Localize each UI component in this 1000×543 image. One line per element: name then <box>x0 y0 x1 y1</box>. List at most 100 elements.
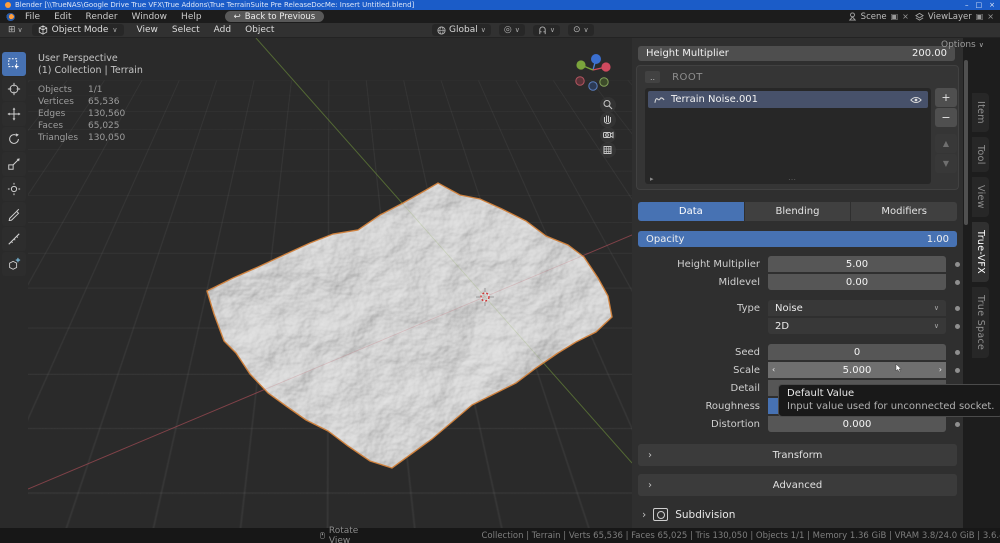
camera-view-button[interactable] <box>600 127 616 143</box>
decorator-dot[interactable] <box>955 349 960 355</box>
remove-viewlayer-icon[interactable]: × <box>987 12 994 21</box>
tab-modifiers[interactable]: Modifiers <box>851 202 958 221</box>
axis-z-ball[interactable] <box>591 54 601 64</box>
window-titlebar[interactable]: Blender [\\TrueNAS\Google Drive True VFX… <box>0 0 1000 10</box>
navigation-gizmo[interactable] <box>575 54 611 91</box>
viewport-3d[interactable]: User Perspective (1) Collection | Terrai… <box>28 38 632 528</box>
height-multiplier-field[interactable]: 5.00 <box>768 256 946 272</box>
menu-file[interactable]: File <box>18 12 47 22</box>
dimensions-dropdown[interactable]: 2D ∨ <box>768 318 946 334</box>
decorator-dot[interactable] <box>955 323 960 329</box>
distortion-field[interactable]: 0.000 <box>768 416 946 432</box>
tool-annotate[interactable] <box>2 202 26 226</box>
minimize-button[interactable]: – <box>965 1 969 9</box>
eye-icon[interactable] <box>910 96 922 104</box>
increment-arrow-icon[interactable]: › <box>939 365 942 374</box>
remove-layer-button[interactable]: − <box>935 108 957 127</box>
tool-add-cube[interactable] <box>2 252 26 276</box>
pivot-icon: ◎ <box>503 25 512 35</box>
menu-add[interactable]: Add <box>207 25 238 35</box>
unlink-scene-icon[interactable]: × <box>902 12 909 21</box>
proportional-editing-toggle[interactable]: ⊙ ∨ <box>567 24 594 36</box>
midlevel-field[interactable]: 0.00 <box>768 274 946 290</box>
editor-type-button[interactable]: ⊞ ∨ <box>5 25 26 35</box>
decrement-arrow-icon[interactable]: ‹ <box>772 365 775 374</box>
mouse-middle-icon <box>320 532 325 539</box>
layer-list-item[interactable]: Terrain Noise.001 <box>648 91 928 108</box>
tooltip-title: Default Value <box>787 388 855 399</box>
axis-y-neg-ball[interactable] <box>599 77 609 87</box>
menu-select[interactable]: Select <box>165 25 207 35</box>
tab-item[interactable]: Item <box>972 93 989 132</box>
transform-panel-header[interactable]: › Transform <box>638 444 957 466</box>
window-title: Blender [\\TrueNAS\Google Drive True VFX… <box>15 1 415 9</box>
advanced-panel-header[interactable]: › Advanced <box>638 474 957 496</box>
sidebar-scrollbar[interactable] <box>964 60 968 225</box>
tab-true-vfx[interactable]: True-VFX <box>972 222 989 283</box>
scale-field[interactable]: ‹ 5.000 › <box>768 362 946 378</box>
move-layer-down-button[interactable]: ▼ <box>935 154 957 173</box>
maximize-button[interactable]: □ <box>976 1 983 9</box>
type-dropdown[interactable]: Noise ∨ <box>768 300 946 316</box>
new-viewlayer-icon[interactable]: ▣ <box>976 12 984 21</box>
tab-true-space[interactable]: True Space <box>972 287 989 359</box>
axis-y-ball[interactable] <box>576 60 586 70</box>
collapse-arrow-icon: › <box>648 479 652 491</box>
menu-edit[interactable]: Edit <box>47 12 78 22</box>
statusbar-hint: Rotate View <box>320 526 361 543</box>
layer-list[interactable]: Terrain Noise.001 ▸ ⋯ <box>645 88 931 184</box>
pivot-point-dropdown[interactable]: ◎ ∨ <box>498 24 525 36</box>
new-scene-icon[interactable]: ▣ <box>891 12 899 21</box>
seed-field[interactable]: 0 <box>768 344 946 360</box>
menu-object[interactable]: Object <box>238 25 281 35</box>
decorator-dot[interactable] <box>955 305 960 311</box>
toolbar <box>2 52 28 276</box>
axis-z-neg-ball[interactable] <box>588 81 598 91</box>
decorator-dot[interactable] <box>955 367 960 373</box>
axis-x-neg-ball[interactable] <box>575 76 585 86</box>
tool-select-box[interactable] <box>2 52 26 76</box>
tool-transform[interactable] <box>2 177 26 201</box>
options-dropdown[interactable]: Options ∨ <box>941 40 984 50</box>
layer-up-button[interactable]: .. <box>645 71 661 83</box>
tool-scale[interactable] <box>2 152 26 176</box>
add-layer-button[interactable]: + <box>935 88 957 107</box>
tool-measure[interactable] <box>2 227 26 251</box>
pan-hand-button[interactable] <box>600 112 616 128</box>
snap-toggle[interactable]: ∨ <box>532 24 560 36</box>
collapse-arrow-icon: › <box>648 449 652 461</box>
back-to-previous-button[interactable]: ↩ Back to Previous <box>224 11 325 22</box>
blender-app-icon[interactable] <box>6 12 15 21</box>
tab-blending[interactable]: Blending <box>744 202 851 221</box>
decorator-dot[interactable] <box>955 261 960 267</box>
perspective-toggle-button[interactable] <box>600 142 616 158</box>
tab-tool[interactable]: Tool <box>972 136 989 173</box>
mode-dropdown[interactable]: Object Mode ∨ <box>31 24 124 36</box>
scene-selector[interactable]: Scene ▣ × <box>848 12 909 22</box>
tool-move[interactable] <box>2 102 26 126</box>
menu-view[interactable]: View <box>130 25 165 35</box>
close-button[interactable]: × <box>989 1 995 9</box>
resize-grip[interactable]: ⋯ <box>788 175 796 184</box>
opacity-slider[interactable]: Opacity 1.00 <box>638 231 957 247</box>
zoom-button[interactable] <box>600 97 616 113</box>
root-breadcrumb: ROOT <box>672 71 703 83</box>
move-layer-up-button[interactable]: ▲ <box>935 134 957 153</box>
tab-view[interactable]: View <box>972 177 989 218</box>
menu-render[interactable]: Render <box>79 12 125 22</box>
terrain-mesh-object[interactable] <box>206 182 613 469</box>
tool-rotate[interactable] <box>2 127 26 151</box>
axis-x-ball[interactable] <box>601 62 611 72</box>
height-multiplier-top-slider[interactable]: Height Multiplier 200.00 <box>638 46 955 61</box>
orientation-dropdown[interactable]: Global ∨ <box>432 24 491 36</box>
chevron-down-icon: ∨ <box>583 26 589 34</box>
decorator-dot[interactable] <box>955 279 960 285</box>
viewlayer-selector[interactable]: ViewLayer ▣ × <box>914 12 994 22</box>
decorator-dot[interactable] <box>955 421 960 427</box>
subdivision-panel-header[interactable]: › Subdivision <box>642 508 735 521</box>
tab-data[interactable]: Data <box>638 202 744 221</box>
filter-expand-icon[interactable]: ▸ <box>650 175 654 183</box>
menu-window[interactable]: Window <box>125 12 175 22</box>
tool-cursor[interactable] <box>2 77 26 101</box>
menu-help[interactable]: Help <box>174 12 209 22</box>
